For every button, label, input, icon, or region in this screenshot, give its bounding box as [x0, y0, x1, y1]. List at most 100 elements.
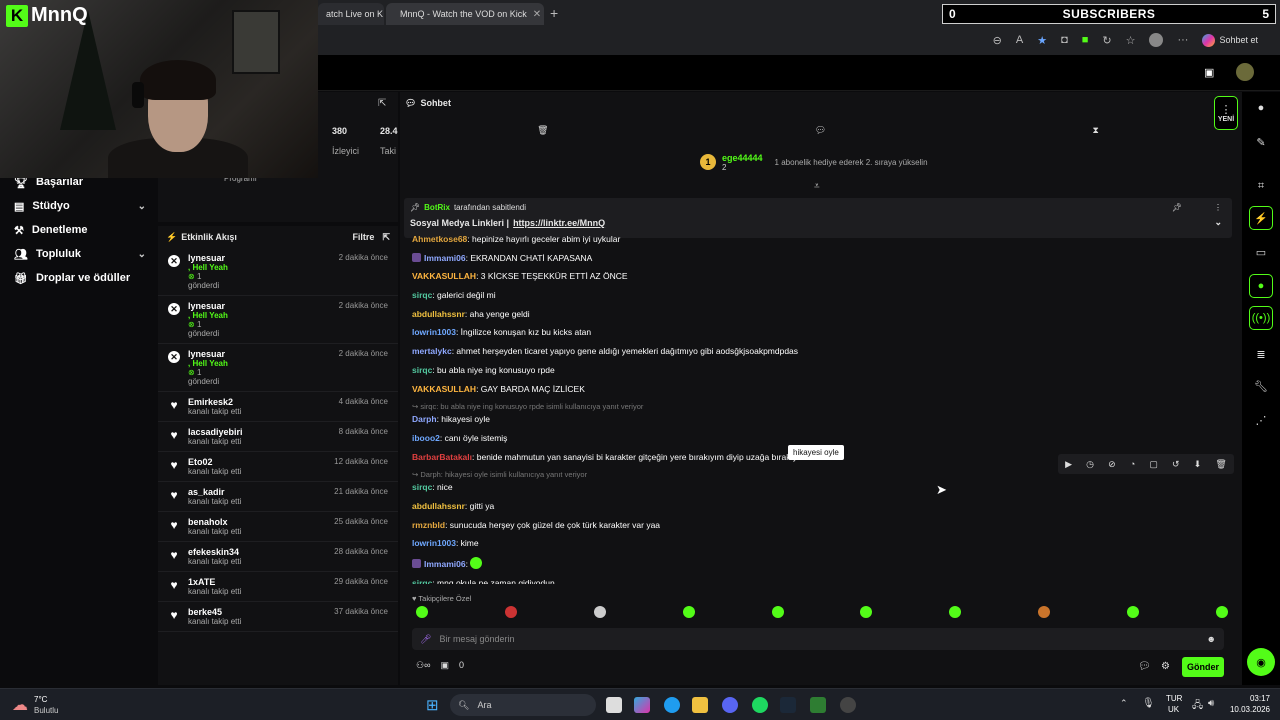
trash-icon[interactable]: 🗑︎ [1215, 459, 1226, 470]
chat-message[interactable]: Darph: hikayesi oyle [412, 414, 1232, 425]
event-user[interactable]: efekeskin34 [188, 547, 241, 557]
tab-vod[interactable]: MnnQ - Watch the VOD on Kick ✕ [386, 3, 544, 25]
game-icon[interactable] [810, 697, 826, 713]
emote-icon[interactable] [504, 606, 517, 618]
event-user[interactable]: lacsadiyebiri [188, 427, 243, 437]
new-tab-icon[interactable]: + [550, 5, 558, 21]
points-icon[interactable]: ▣ [440, 660, 449, 671]
chat-username[interactable]: lowrin1003 [412, 538, 456, 548]
steam-icon[interactable] [780, 697, 796, 713]
event-user[interactable]: lynesuar [188, 349, 228, 359]
clock-time[interactable]: 03:17 [1224, 694, 1270, 703]
chat-bubble-icon[interactable]: ● [1249, 274, 1273, 298]
share-icon[interactable]: ⋰ [1249, 408, 1273, 432]
extension-icon[interactable]: ◘ [1061, 34, 1068, 46]
chat-message[interactable]: VAKKASULLAH: GAY BARDA MAÇ İZLİCEK [412, 384, 1232, 395]
activity-event[interactable]: ✕ lynesuar, Hell Yeah ⊗ 1 gönderdi 2 dakika … [158, 344, 398, 392]
chat-message[interactable]: lowrin1003: kime [412, 538, 1232, 549]
chat-username[interactable]: VAKKASULLAH [412, 271, 476, 281]
undo-icon[interactable]: ↺ [1172, 459, 1180, 470]
favorite-star-icon[interactable]: ★ [1037, 34, 1047, 47]
volume-icon[interactable]: 🔊︎ [1208, 698, 1214, 709]
event-user[interactable]: 1xATE [188, 577, 241, 587]
event-user[interactable]: benaholx [188, 517, 241, 527]
chat-message[interactable]: sirqc: bu abla niye ing konusuyo rpde [412, 365, 1232, 376]
clock-date[interactable]: 10.03.2026 [1224, 705, 1270, 714]
chat-message[interactable]: Ahmetkose68: hepinize hayırlı geceler ab… [412, 234, 1232, 245]
help-icon[interactable]: ◉ [1247, 648, 1275, 676]
card-icon[interactable]: ▭ [1249, 240, 1273, 264]
chat-username[interactable]: mertalykc [412, 346, 452, 356]
activity-event[interactable]: ✕ lynesuar, Hell Yeah ⊗ 1 gönderdi 2 dakika … [158, 248, 398, 296]
more-icon[interactable]: ⋮ [1214, 203, 1222, 212]
emote-icon[interactable] [682, 606, 695, 618]
pin-icon[interactable]: ⬇ [1194, 459, 1202, 470]
chat-username[interactable]: Immami06 [424, 253, 466, 263]
emote-icon[interactable] [860, 606, 873, 618]
more-icon[interactable]: ··· [1177, 34, 1188, 46]
profile-avatar[interactable] [1149, 33, 1164, 47]
network-icon[interactable]: 🖧︎ [1192, 698, 1203, 715]
mic-icon[interactable]: 🎤︎ [420, 634, 431, 645]
nav-item-moderation[interactable]: ⚒ Denetleme [0, 218, 158, 242]
chat-input[interactable]: 🎤︎ Bir mesaj gönderin ☻ [412, 628, 1224, 650]
pencil-icon[interactable]: ✎ [1249, 130, 1273, 154]
unpin-icon[interactable]: 📌︎ [1172, 203, 1182, 212]
pinned-link[interactable]: https://linktr.ee/MnnQ [513, 218, 605, 228]
chat-username[interactable]: Ahmetkose68 [412, 234, 467, 244]
chevron-down-icon[interactable]: ⌄ [1214, 217, 1222, 228]
activity-event[interactable]: ♥ efekeskin34 kanalı takip etti 28 dakika ö… [158, 542, 398, 572]
chat-settings-bubble-icon[interactable]: 💬︎ [1138, 661, 1151, 672]
chat-username[interactable]: VAKKASULLAH [412, 384, 476, 394]
chat-username[interactable]: rmznbld [412, 520, 445, 530]
chat-message[interactable]: ibooo2: canı öyle istemiş [412, 433, 1232, 444]
nav-item-drops[interactable]: 🎁︎ Droplar ve ödüller [0, 266, 158, 290]
file-explorer-icon[interactable] [692, 697, 708, 713]
activity-event[interactable]: ♥ Emirkesk2 kanalı takip etti 4 dakika önce [158, 392, 398, 422]
user-avatar[interactable] [1236, 63, 1254, 81]
chat-username[interactable]: BarbarBatakalı [412, 452, 472, 462]
windows-start-icon[interactable]: ⊞ [426, 696, 439, 714]
event-user[interactable]: lynesuar [188, 253, 228, 263]
event-user[interactable]: berke45 [188, 607, 241, 617]
chat-username[interactable]: Darph [412, 414, 437, 424]
chat-message[interactable]: Immami06: EKRANDAN CHATİ KAPASANA [412, 252, 1232, 264]
kick-extension-icon[interactable]: ■ [1082, 34, 1089, 46]
chat-bubble-icon[interactable]: 💬︎ [815, 125, 826, 136]
collapse-icon[interactable]: ⩡ [814, 181, 820, 192]
chat-message[interactable]: VAKKASULLAH: 3 KİCKSE TEŞEKKÜR ETTİ AZ Ö… [412, 271, 1232, 282]
chevron-down-icon[interactable]: ⌄ [138, 201, 146, 212]
chevron-down-icon[interactable]: ⌄ [138, 249, 146, 260]
activity-event[interactable]: ♥ lacsadiyebiri kanalı takip etti 8 dakika … [158, 422, 398, 452]
broadcast-icon[interactable]: ((•)) [1249, 306, 1273, 330]
input-lang[interactable]: TUR [1166, 694, 1182, 703]
obs-icon[interactable] [840, 697, 856, 713]
event-user[interactable]: Eto02 [188, 457, 241, 467]
popout-icon[interactable]: ⇱ [382, 232, 390, 243]
activity-event[interactable]: ♥ Eto02 kanalı takip etti 12 dakika önce [158, 452, 398, 482]
favorites-icon[interactable]: ☆ [1126, 34, 1136, 47]
list-icon[interactable]: ≣ [1249, 342, 1273, 366]
copy-icon[interactable]: ▢ [1149, 459, 1158, 470]
trash-icon[interactable]: 🗑︎ [537, 125, 548, 136]
emote-icon[interactable] [593, 606, 606, 618]
chat-username[interactable]: sirqc [412, 482, 432, 492]
activity-event[interactable]: ♥ berke45 kanalı takip etti 37 dakika önce [158, 602, 398, 632]
chat-username[interactable]: ibooo2 [412, 433, 440, 443]
ban-icon[interactable]: ⊘ [1108, 459, 1116, 470]
nav-item-community[interactable]: 👥︎ Topluluk ⌄ [0, 242, 158, 266]
popout-icon[interactable]: ⇱ [378, 98, 386, 109]
info-icon[interactable]: ● [1249, 96, 1273, 120]
more-menu-button[interactable]: ⋮ YENİ [1214, 96, 1238, 130]
chat-username[interactable]: Immami06 [424, 559, 466, 569]
chat-message[interactable]: sirqc: mnq okula ne zaman gidiyodun [412, 578, 1232, 584]
emoji-icon[interactable]: ☻ [1207, 634, 1216, 644]
input-region[interactable]: UK [1168, 705, 1179, 714]
chat-username[interactable]: sirqc [412, 365, 432, 375]
emote-icon[interactable] [1038, 606, 1051, 618]
mic-icon[interactable]: 🎙︎ [1142, 698, 1155, 709]
activity-event[interactable]: ✕ lynesuar, Hell Yeah ⊗ 1 gönderdi 2 dakika … [158, 296, 398, 344]
timeout-icon[interactable]: ◷ [1086, 459, 1094, 470]
read-aloud-icon[interactable]: A [1016, 34, 1023, 46]
edge-icon[interactable] [664, 697, 680, 713]
